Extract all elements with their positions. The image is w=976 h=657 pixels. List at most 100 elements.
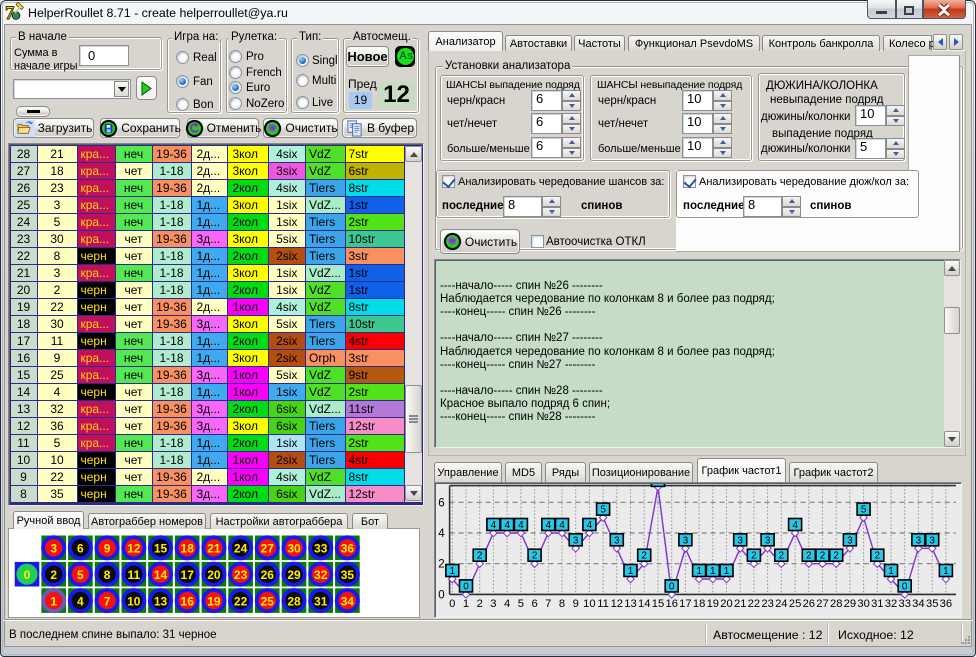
svg-text:1: 1 bbox=[888, 566, 894, 577]
svg-text:3: 3 bbox=[614, 535, 620, 546]
svg-text:6: 6 bbox=[531, 598, 537, 610]
svg-text:28: 28 bbox=[830, 598, 842, 610]
svg-text:25: 25 bbox=[261, 594, 275, 608]
svg-text:3: 3 bbox=[737, 535, 743, 546]
svg-text:3: 3 bbox=[765, 535, 771, 546]
svg-text:26: 26 bbox=[803, 598, 815, 610]
svg-text:1: 1 bbox=[696, 566, 702, 577]
svg-text:5: 5 bbox=[861, 505, 867, 516]
svg-text:1: 1 bbox=[724, 566, 730, 577]
svg-text:7: 7 bbox=[655, 484, 661, 487]
svg-text:3: 3 bbox=[573, 535, 579, 546]
svg-text:4: 4 bbox=[559, 520, 565, 531]
svg-text:3: 3 bbox=[50, 542, 57, 556]
svg-text:2: 2 bbox=[641, 551, 647, 562]
svg-text:16: 16 bbox=[181, 594, 195, 608]
svg-text:2: 2 bbox=[50, 568, 57, 582]
svg-text:25: 25 bbox=[789, 598, 801, 610]
svg-text:13: 13 bbox=[624, 598, 636, 610]
svg-text:0: 0 bbox=[449, 598, 455, 610]
svg-text:31: 31 bbox=[871, 598, 883, 610]
svg-text:1: 1 bbox=[628, 566, 634, 577]
svg-text:4: 4 bbox=[792, 520, 798, 531]
svg-text:0: 0 bbox=[438, 589, 444, 601]
svg-text:7: 7 bbox=[545, 598, 551, 610]
svg-text:23: 23 bbox=[234, 568, 248, 582]
svg-text:10: 10 bbox=[583, 598, 595, 610]
svg-text:4: 4 bbox=[546, 520, 552, 531]
svg-text:8: 8 bbox=[104, 568, 111, 582]
svg-text:10: 10 bbox=[127, 594, 141, 608]
svg-text:27: 27 bbox=[261, 542, 275, 556]
svg-text:3: 3 bbox=[929, 535, 935, 546]
svg-text:33: 33 bbox=[898, 598, 910, 610]
svg-text:5: 5 bbox=[77, 568, 84, 582]
svg-text:33: 33 bbox=[314, 542, 328, 556]
svg-text:2: 2 bbox=[477, 551, 483, 562]
svg-text:6: 6 bbox=[77, 542, 84, 556]
svg-text:18: 18 bbox=[693, 598, 705, 610]
svg-text:23: 23 bbox=[761, 598, 773, 610]
svg-text:15: 15 bbox=[652, 598, 664, 610]
svg-text:5: 5 bbox=[518, 598, 524, 610]
svg-text:1: 1 bbox=[50, 594, 57, 608]
svg-text:32: 32 bbox=[314, 568, 328, 582]
svg-text:35: 35 bbox=[926, 598, 938, 610]
svg-text:34: 34 bbox=[341, 594, 355, 608]
svg-text:4: 4 bbox=[518, 520, 524, 531]
svg-text:0: 0 bbox=[902, 581, 908, 592]
svg-text:35: 35 bbox=[341, 568, 355, 582]
svg-text:3: 3 bbox=[916, 535, 922, 546]
svg-text:3: 3 bbox=[490, 598, 496, 610]
svg-text:2: 2 bbox=[820, 551, 826, 562]
svg-text:9: 9 bbox=[104, 542, 111, 556]
svg-text:32: 32 bbox=[885, 598, 897, 610]
svg-text:22: 22 bbox=[234, 594, 248, 608]
svg-text:2: 2 bbox=[532, 551, 538, 562]
svg-text:2: 2 bbox=[477, 598, 483, 610]
svg-text:13: 13 bbox=[154, 594, 168, 608]
svg-text:2: 2 bbox=[751, 551, 757, 562]
svg-text:18: 18 bbox=[181, 542, 195, 556]
svg-text:21: 21 bbox=[207, 542, 221, 556]
svg-text:5: 5 bbox=[600, 505, 606, 516]
svg-text:2: 2 bbox=[833, 551, 839, 562]
svg-text:12: 12 bbox=[127, 542, 141, 556]
svg-text:2: 2 bbox=[438, 559, 444, 571]
svg-text:7: 7 bbox=[104, 594, 111, 608]
svg-text:1: 1 bbox=[710, 566, 716, 577]
svg-text:20: 20 bbox=[207, 568, 221, 582]
svg-text:36: 36 bbox=[940, 598, 952, 610]
svg-text:22: 22 bbox=[748, 598, 760, 610]
svg-text:2: 2 bbox=[806, 551, 812, 562]
svg-text:4: 4 bbox=[491, 520, 497, 531]
svg-text:8: 8 bbox=[559, 598, 565, 610]
svg-text:11: 11 bbox=[597, 598, 609, 610]
svg-text:14: 14 bbox=[638, 598, 650, 610]
svg-text:2: 2 bbox=[779, 551, 785, 562]
svg-text:1: 1 bbox=[463, 598, 469, 610]
svg-text:19: 19 bbox=[207, 594, 221, 608]
svg-text:4: 4 bbox=[438, 528, 445, 540]
svg-text:19: 19 bbox=[707, 598, 719, 610]
svg-text:1: 1 bbox=[450, 566, 456, 577]
svg-text:26: 26 bbox=[261, 568, 275, 582]
svg-text:0: 0 bbox=[669, 581, 675, 592]
svg-text:2: 2 bbox=[875, 551, 881, 562]
svg-text:4: 4 bbox=[77, 594, 84, 608]
svg-text:11: 11 bbox=[127, 568, 140, 582]
svg-text:3: 3 bbox=[847, 535, 853, 546]
svg-text:34: 34 bbox=[912, 598, 924, 610]
svg-text:16: 16 bbox=[665, 598, 677, 610]
svg-text:15: 15 bbox=[154, 542, 168, 556]
svg-text:6: 6 bbox=[438, 497, 444, 509]
svg-text:29: 29 bbox=[287, 568, 301, 582]
svg-text:31: 31 bbox=[314, 594, 328, 608]
svg-text:30: 30 bbox=[287, 542, 301, 556]
svg-text:24: 24 bbox=[775, 598, 787, 610]
svg-text:28: 28 bbox=[287, 594, 301, 608]
svg-text:14: 14 bbox=[154, 568, 168, 582]
svg-text:12: 12 bbox=[611, 598, 623, 610]
svg-text:0: 0 bbox=[463, 581, 469, 592]
svg-text:17: 17 bbox=[181, 568, 195, 582]
